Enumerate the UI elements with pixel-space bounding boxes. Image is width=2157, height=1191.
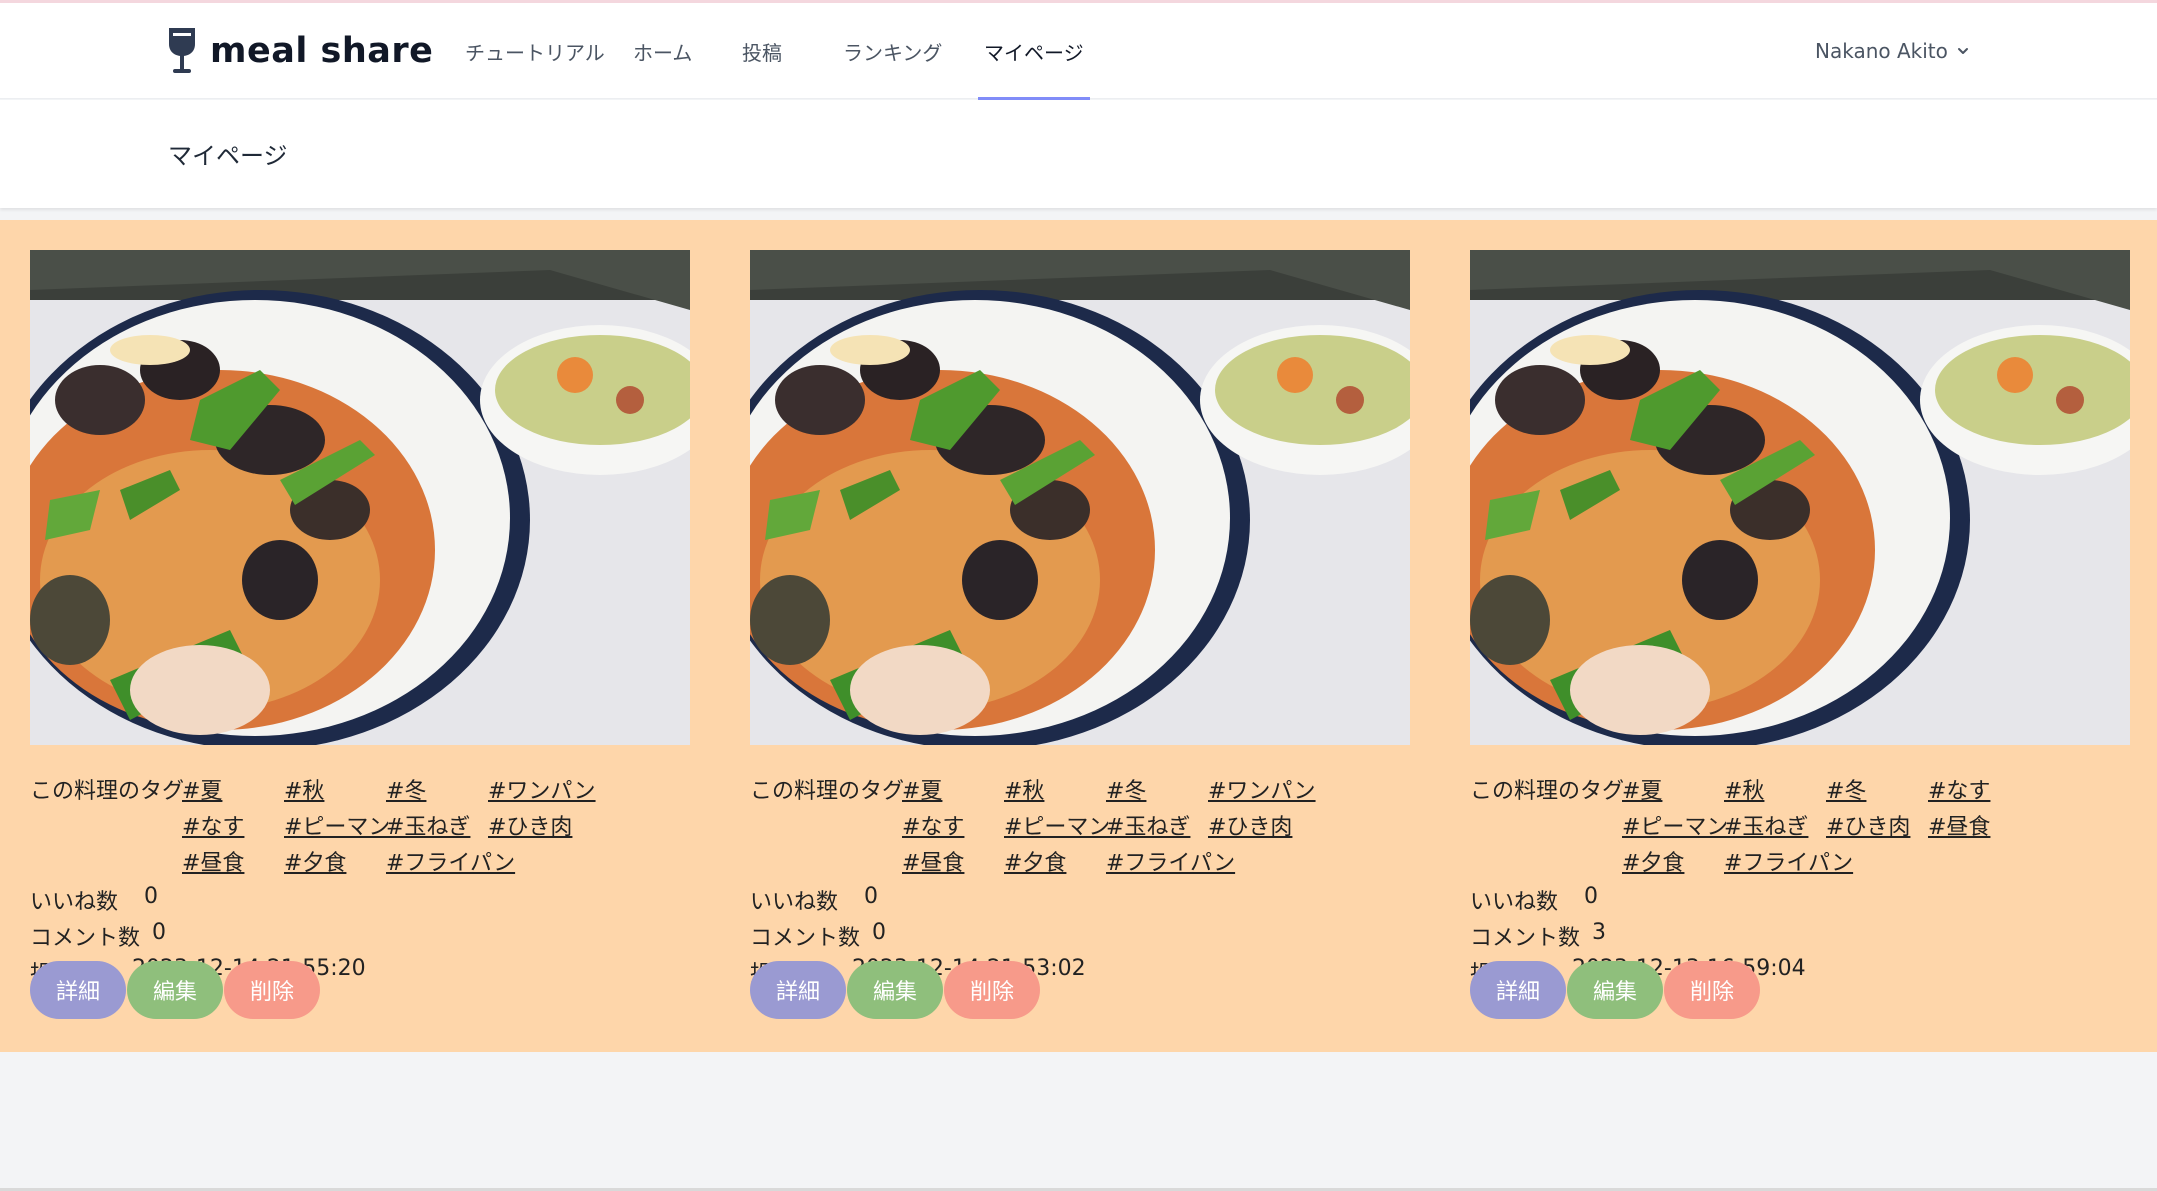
tag-link[interactable]: #昼食 — [1928, 809, 2030, 845]
tag-link[interactable]: #ピーマン — [1004, 809, 1110, 845]
tag-link[interactable]: #冬 — [386, 773, 488, 809]
tag-link[interactable]: #秋 — [284, 773, 386, 809]
tag-link[interactable]: #昼食 — [182, 845, 284, 881]
tag-link[interactable]: #ピーマン — [1622, 809, 1728, 845]
detail-button[interactable]: 詳細 — [30, 961, 126, 1019]
tag-list: #夏 #秋 #冬 #ワンパン #なす #ピーマン #玉ねぎ #ひき肉 #昼食 #… — [182, 773, 596, 881]
detail-button[interactable]: 詳細 — [1470, 961, 1566, 1019]
tag-link[interactable]: #玉ねぎ — [1724, 809, 1826, 845]
tag-link[interactable]: #なす — [1928, 773, 2030, 809]
tag-link[interactable]: #なす — [902, 809, 1004, 845]
nav-link-post[interactable]: 投稿 — [742, 3, 782, 99]
tag-list: #夏 #秋 #冬 #ワンパン #なす #ピーマン #玉ねぎ #ひき肉 #昼食 #… — [902, 773, 1316, 881]
tag-link[interactable]: #フライパン — [1724, 845, 1853, 881]
edit-button[interactable]: 編集 — [127, 961, 223, 1019]
tag-link[interactable]: #昼食 — [902, 845, 1004, 881]
likes-count: いいね数 0 — [1470, 884, 1598, 916]
chevron-down-icon — [1957, 48, 1968, 54]
nav-link-ranking[interactable]: ランキング — [843, 3, 942, 99]
comments-label: コメント数 — [30, 926, 141, 951]
top-navbar: meal share チュートリアル ホーム 投稿 ランキング マイページ Na… — [0, 3, 2157, 100]
post-list: この料理のタグ #夏 #秋 #冬 #ワンパン #なす #ピーマン #玉ねぎ #ひ… — [0, 220, 2157, 1052]
user-name: Nakano Akito — [1815, 39, 1948, 63]
tag-link[interactable]: #フライパン — [386, 845, 515, 881]
tag-link[interactable]: #ピーマン — [284, 809, 390, 845]
page-header: マイページ — [0, 100, 2157, 208]
likes-label: いいね数 — [1470, 890, 1559, 915]
tag-link[interactable]: #夕食 — [284, 845, 386, 881]
tag-link[interactable]: #ひき肉 — [488, 809, 590, 845]
tag-link[interactable]: #夏 — [902, 773, 1004, 809]
likes-value: 0 — [1584, 884, 1598, 909]
post-actions: 詳細 編集 削除 — [750, 961, 1041, 1019]
comments-count: コメント数 3 — [1470, 920, 1606, 952]
user-dropdown[interactable]: Nakano Akito — [1815, 3, 1970, 99]
wine-glass-logo-icon — [169, 28, 195, 73]
tag-link[interactable]: #玉ねぎ — [1106, 809, 1208, 845]
comments-count: コメント数 0 — [30, 920, 166, 952]
tag-link[interactable]: #夏 — [1622, 773, 1724, 809]
nav-link-home[interactable]: ホーム — [633, 3, 692, 99]
likes-label: いいね数 — [30, 890, 119, 915]
likes-value: 0 — [144, 884, 158, 909]
tag-link[interactable]: #夕食 — [1622, 845, 1724, 881]
tag-link[interactable]: #ワンパン — [1208, 773, 1316, 809]
likes-count: いいね数 0 — [30, 884, 158, 916]
tag-link[interactable]: #玉ねぎ — [386, 809, 488, 845]
comments-value: 0 — [872, 920, 886, 945]
likes-value: 0 — [864, 884, 878, 909]
tag-link[interactable]: #フライパン — [1106, 845, 1235, 881]
tags-label: この料理のタグ — [750, 779, 905, 804]
tag-link[interactable]: #冬 — [1826, 773, 1928, 809]
tag-link[interactable]: #夕食 — [1004, 845, 1106, 881]
app-logo[interactable]: meal share — [166, 26, 433, 76]
nav-link-tutorial[interactable]: チュートリアル — [465, 3, 605, 99]
edit-button[interactable]: 編集 — [847, 961, 943, 1019]
tags-label: この料理のタグ — [1470, 779, 1625, 804]
tag-link[interactable]: #ひき肉 — [1826, 809, 1928, 845]
tags-label: この料理のタグ — [30, 779, 185, 804]
nav-link-mypage[interactable]: マイページ — [978, 3, 1090, 100]
comments-label: コメント数 — [750, 926, 861, 951]
app-name: meal share — [210, 31, 434, 71]
post-photo[interactable] — [750, 250, 1410, 745]
food-photo-image — [1470, 250, 2130, 745]
tag-link[interactable]: #ワンパン — [488, 773, 596, 809]
post-photo[interactable] — [30, 250, 690, 745]
comments-label: コメント数 — [1470, 926, 1581, 951]
post-actions: 詳細 編集 削除 — [30, 961, 321, 1019]
food-photo-image — [750, 250, 1410, 745]
likes-label: いいね数 — [750, 890, 839, 915]
tag-link[interactable]: #冬 — [1106, 773, 1208, 809]
likes-count: いいね数 0 — [750, 884, 878, 916]
delete-button[interactable]: 削除 — [944, 961, 1040, 1019]
comments-value: 3 — [1592, 920, 1606, 945]
delete-button[interactable]: 削除 — [1664, 961, 1760, 1019]
tag-list: #夏 #秋 #冬 #なす #ピーマン #玉ねぎ #ひき肉 #昼食 #夕食 #フラ… — [1622, 773, 2030, 881]
edit-button[interactable]: 編集 — [1567, 961, 1663, 1019]
detail-button[interactable]: 詳細 — [750, 961, 846, 1019]
tag-link[interactable]: #夏 — [182, 773, 284, 809]
comments-value: 0 — [152, 920, 166, 945]
post-photo[interactable] — [1470, 250, 2130, 745]
tag-link[interactable]: #秋 — [1724, 773, 1826, 809]
food-photo-image — [30, 250, 690, 745]
post-actions: 詳細 編集 削除 — [1470, 961, 1761, 1019]
tag-link[interactable]: #ひき肉 — [1208, 809, 1310, 845]
comments-count: コメント数 0 — [750, 920, 886, 952]
page-title: マイページ — [168, 142, 288, 170]
tag-link[interactable]: #秋 — [1004, 773, 1106, 809]
tag-link[interactable]: #なす — [182, 809, 284, 845]
delete-button[interactable]: 削除 — [224, 961, 320, 1019]
